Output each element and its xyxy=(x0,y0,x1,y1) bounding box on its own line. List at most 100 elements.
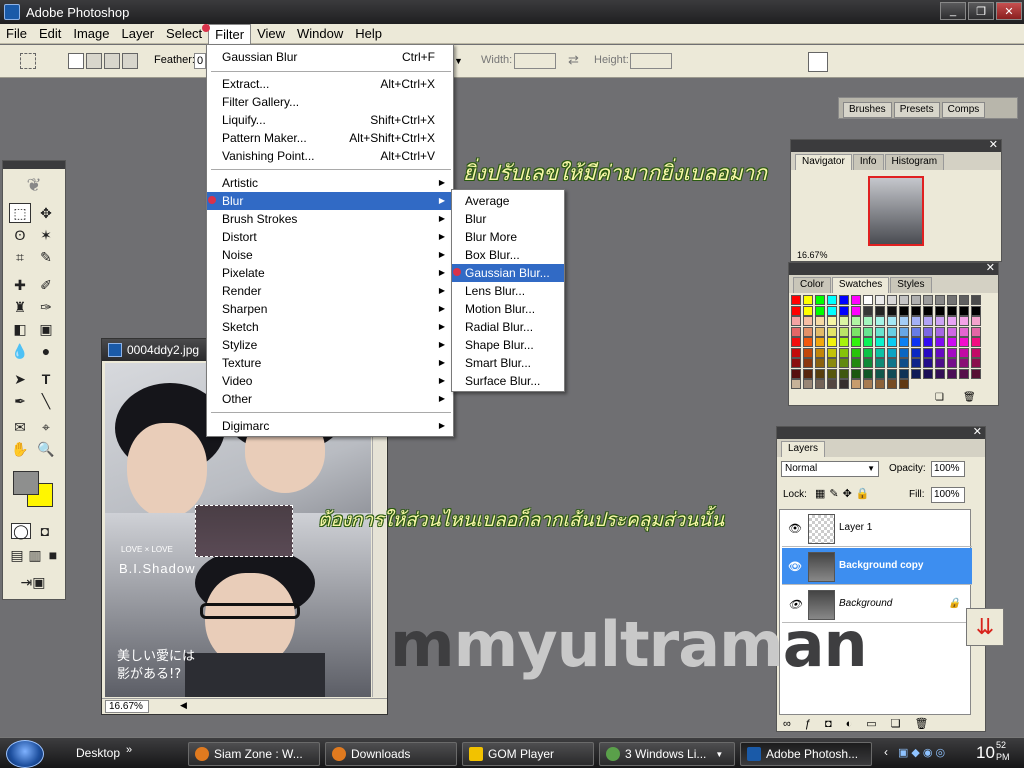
menu-item-pixelate[interactable]: Pixelate ▶ xyxy=(207,264,453,282)
new-selection-icon[interactable] xyxy=(68,53,84,69)
color-swatch[interactable] xyxy=(947,295,957,305)
color-swatch[interactable] xyxy=(827,305,837,316)
menu-item-gaussian-blur-last[interactable]: Gaussian Blur Ctrl+F xyxy=(207,48,453,66)
task-gom-player[interactable]: GOM Player xyxy=(462,742,594,766)
color-swatch[interactable] xyxy=(875,316,885,326)
menu-item-liquify[interactable]: Liquify... Shift+Ctrl+X xyxy=(207,111,453,129)
color-swatch[interactable] xyxy=(923,337,933,347)
lock-icons[interactable]: ▦✎✥🔒 xyxy=(815,487,874,500)
delete-swatch-icon[interactable]: 🗑 xyxy=(963,392,976,403)
blur-item-smart-blur[interactable]: Smart Blur... xyxy=(452,354,564,372)
menu-item-digimarc[interactable]: Digimarc ▶ xyxy=(207,417,453,435)
color-swatch[interactable] xyxy=(791,347,801,358)
color-swatch[interactable] xyxy=(911,358,921,368)
tab-info[interactable]: Info xyxy=(852,154,884,170)
navigator-thumbnail[interactable] xyxy=(868,176,924,246)
color-swatch[interactable] xyxy=(887,316,897,326)
color-swatch[interactable] xyxy=(803,358,813,368)
selection-marquee[interactable] xyxy=(195,505,293,557)
palette-toggle-icon[interactable] xyxy=(808,52,828,72)
color-swatch[interactable] xyxy=(839,347,849,358)
color-swatch[interactable] xyxy=(851,347,861,358)
desktop-toolbar[interactable]: Desktop xyxy=(76,746,120,760)
color-swatch[interactable] xyxy=(803,305,813,316)
color-swatch[interactable] xyxy=(803,326,813,337)
color-swatch[interactable] xyxy=(839,358,849,368)
color-swatch[interactable] xyxy=(959,316,969,326)
intersect-selection-icon[interactable] xyxy=(122,53,138,69)
color-swatch[interactable] xyxy=(923,347,933,358)
hand-tool-icon[interactable]: ✋ xyxy=(9,439,31,459)
layer-footer-icons[interactable]: ∞ƒ◘◐▭❏🗑 xyxy=(783,717,942,730)
color-swatch[interactable] xyxy=(923,358,933,368)
color-swatch[interactable] xyxy=(923,305,933,316)
color-swatch[interactable] xyxy=(959,337,969,347)
blur-item-gaussian-blur[interactable]: Gaussian Blur... xyxy=(452,264,564,282)
blur-item-motion-blur[interactable]: Motion Blur... xyxy=(452,300,564,318)
gradient-tool-icon[interactable]: ▣ xyxy=(35,319,57,339)
color-swatch[interactable] xyxy=(851,358,861,368)
restore-button[interactable]: ❐ xyxy=(968,2,994,20)
menu-item-artistic[interactable]: Artistic ▶ xyxy=(207,174,453,192)
color-swatch[interactable] xyxy=(947,368,957,379)
color-swatch[interactable] xyxy=(863,368,873,379)
fill-input[interactable]: 100% xyxy=(931,487,965,503)
color-swatch[interactable] xyxy=(839,326,849,337)
chevron-right-icon[interactable]: » xyxy=(126,744,132,756)
dodge-tool-icon[interactable]: ● xyxy=(35,341,57,361)
blend-mode-select[interactable]: Normal ▼ xyxy=(781,461,879,477)
color-swatch[interactable] xyxy=(815,326,825,337)
color-swatch[interactable] xyxy=(803,347,813,358)
color-swatch[interactable] xyxy=(911,316,921,326)
subtract-selection-icon[interactable] xyxy=(104,53,120,69)
tab-color[interactable]: Color xyxy=(793,277,831,293)
color-swatch[interactable] xyxy=(803,368,813,379)
layers-close-icon[interactable]: ✕ xyxy=(973,425,982,438)
color-swatch[interactable] xyxy=(887,337,897,347)
marquee-preset-icon[interactable] xyxy=(20,53,36,69)
color-swatch[interactable] xyxy=(899,368,909,379)
menu-item-other[interactable]: Other ▶ xyxy=(207,390,453,408)
task-downloads[interactable]: Downloads xyxy=(325,742,457,766)
menu-item-distort[interactable]: Distort ▶ xyxy=(207,228,453,246)
color-swatch[interactable] xyxy=(947,358,957,368)
menu-item-noise[interactable]: Noise ▶ xyxy=(207,246,453,264)
slice-tool-icon[interactable]: ✎ xyxy=(35,247,57,267)
crop-tool-icon[interactable]: ⌗ xyxy=(9,247,31,267)
color-swatch[interactable] xyxy=(971,358,981,368)
menu-layer[interactable]: Layer xyxy=(116,24,161,44)
screen-mode-standard-icon[interactable]: ▤ xyxy=(9,547,25,563)
swatch-grid[interactable] xyxy=(791,295,987,391)
zoom-tool-icon[interactable]: 🔍 xyxy=(35,439,57,459)
color-swatch[interactable] xyxy=(911,337,921,347)
blur-item-average[interactable]: Average xyxy=(452,192,564,210)
color-swatch[interactable] xyxy=(899,326,909,337)
start-button[interactable] xyxy=(6,740,44,768)
color-swatch[interactable] xyxy=(947,326,957,337)
status-arrow-icon[interactable]: ◀ xyxy=(180,700,187,711)
color-swatch[interactable] xyxy=(875,347,885,358)
task-windows-live[interactable]: 3 Windows Li... ▼ xyxy=(599,742,735,766)
color-swatch[interactable] xyxy=(815,379,825,389)
color-swatch[interactable] xyxy=(839,337,849,347)
color-swatch[interactable] xyxy=(899,316,909,326)
color-swatch[interactable] xyxy=(863,295,873,305)
color-swatch[interactable] xyxy=(959,326,969,337)
color-swatch[interactable] xyxy=(935,347,945,358)
color-swatch[interactable] xyxy=(803,316,813,326)
color-swatch[interactable] xyxy=(899,379,909,389)
tray-expand-icon[interactable]: ‹ xyxy=(884,745,888,759)
color-swatch[interactable] xyxy=(791,337,801,347)
menu-file[interactable]: File xyxy=(0,24,33,44)
color-swatch[interactable] xyxy=(923,316,933,326)
color-swatch[interactable] xyxy=(959,358,969,368)
brush-tool-icon[interactable]: ✐ xyxy=(35,275,57,295)
color-swatch[interactable] xyxy=(851,326,861,337)
height-input[interactable] xyxy=(630,53,672,69)
color-swatch[interactable] xyxy=(947,305,957,316)
blur-item-blur[interactable]: Blur xyxy=(452,210,564,228)
color-swatch[interactable] xyxy=(839,379,849,389)
blur-item-surface-blur[interactable]: Surface Blur... xyxy=(452,372,564,390)
menu-item-video[interactable]: Video ▶ xyxy=(207,372,453,390)
healing-brush-icon[interactable]: ✚ xyxy=(9,275,31,295)
